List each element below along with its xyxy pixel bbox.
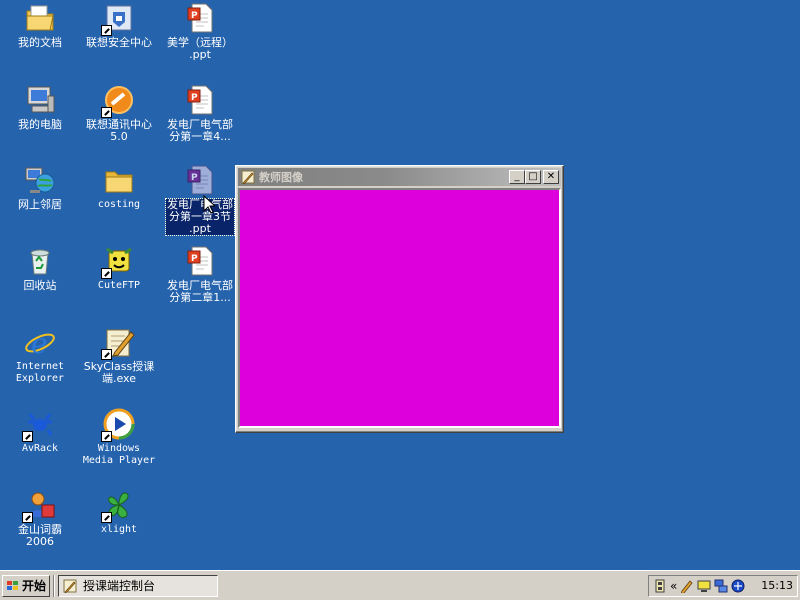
taskbar-separator [53,574,55,597]
desktop-icon-label: xlight [100,524,138,535]
teacher-image-canvas [238,188,561,428]
desktop-icon-ppt-chapter1-3[interactable]: P 发电厂电气部 分第一章3节 .ppt [161,162,239,236]
skyclass-pencil-icon [101,326,135,360]
desktop-icon-label: 金山词霸 2006 [18,523,62,548]
desktop-icon-ppt-aesthetics[interactable]: P 美学（远程） .ppt [161,0,239,61]
window-titlebar[interactable]: 教师图像 _ □ ✕ [238,168,561,186]
desktop-icon-internet-explorer[interactable]: e Internet Explorer [1,324,79,385]
svg-text:P: P [191,173,198,183]
communication-center-icon [101,84,135,118]
teacher-image-window[interactable]: 教师图像 _ □ ✕ [235,165,564,433]
desktop-icon-recycle-bin[interactable]: 回收站 [1,243,79,292]
desktop-icon-network-places[interactable]: 网上邻居 [1,162,79,211]
windows-flag-icon [6,580,18,590]
desktop-icon-label: SkyClass授课 端.exe [83,360,155,385]
window-title: 教师图像 [259,171,303,184]
desktop-icon-label: 美学（远程） .ppt [167,36,233,61]
svg-text:P: P [191,254,198,264]
internet-explorer-icon: e [24,326,56,360]
maximize-button[interactable]: □ [525,170,541,184]
desktop-icon-my-documents[interactable]: 我的文档 [1,0,79,49]
cuteftp-icon [101,245,135,279]
desktop-icon-avrack[interactable]: AvRack [1,406,79,455]
folder-documents-icon [24,2,56,34]
pencil-tray-icon[interactable] [680,579,694,593]
folder-icon [103,164,135,196]
desktop-icon-lenovo-security-center[interactable]: 联想安全中心 [80,0,158,49]
system-tray: « 15:13 [648,574,798,597]
desktop-icon-cuteftp[interactable]: CuteFTP [80,243,158,292]
desktop-icon-label: Windows Media Player [82,443,156,466]
shortcut-arrow-icon [22,431,33,442]
powerpoint-file-icon: P [184,2,216,34]
desktop-icon-label: 发电厂电气部 分第一章4... [167,118,233,143]
recycle-bin-icon [24,245,56,277]
desktop-icon-lenovo-communication-center[interactable]: 联想通讯中心 5.0 [80,82,158,143]
shortcut-arrow-icon [101,268,112,279]
taskbar-item-label: 授课端控制台 [83,579,156,593]
network-tray-icon[interactable] [714,579,728,593]
desktop-icon-label: 发电厂电气部 分第二章1... [167,279,233,304]
start-label: 开始 [21,579,46,593]
desktop-icon-costing-folder[interactable]: costing [80,162,158,211]
desktop-icon-label: 发电厂电气部 分第一章3节 .ppt [165,198,235,236]
desktop-icon-kingsoft-powerword[interactable]: 金山词霸 2006 [1,487,79,548]
avrack-crab-icon [22,408,56,442]
taskbar-item-skyclass-console[interactable]: 授课端控制台 [58,574,218,597]
minimize-button[interactable]: _ [509,170,525,184]
desktop-icon-label: costing [97,199,141,210]
desktop-icon-ppt-chapter1-4[interactable]: P 发电厂电气部 分第一章4... [161,82,239,143]
tray-expand-chevron[interactable]: « [670,579,677,593]
mouse-cursor-icon [203,195,215,214]
close-button[interactable]: ✕ [543,170,559,184]
clock[interactable]: 15:13 [761,579,793,592]
desktop-icon-windows-media-player[interactable]: Windows Media Player [80,406,158,467]
computer-icon [24,84,56,116]
powerpoint-file-icon: P [184,164,216,196]
svg-text:P: P [191,93,198,103]
powerpoint-file-icon: P [184,245,216,277]
desktop-icon-label: 我的文档 [18,36,62,49]
desktop-icon-label: 我的电脑 [18,118,62,131]
security-center-icon [101,2,135,36]
desktop-icon-label: AvRack [21,443,59,454]
desktop-icon-label: 网上邻居 [18,198,62,211]
desktop-icon-label: 联想安全中心 [86,36,152,49]
kingsoft-powerword-icon [22,489,56,523]
svg-text:P: P [191,11,198,21]
shortcut-arrow-icon [22,512,33,523]
monitor-tray-icon[interactable] [697,579,711,593]
pencil-icon [241,170,255,184]
desktop-icon-my-computer[interactable]: 我的电脑 [1,82,79,131]
media-player-icon [101,408,135,442]
powerpoint-file-icon: P [184,84,216,116]
taskbar: 开始 授课端控制台 « 15:13 [0,570,800,600]
desktop-icon-xlight[interactable]: xlight [80,487,158,536]
xlight-leaf-icon [101,489,135,523]
volume-globe-tray-icon[interactable] [731,579,745,593]
desktop-icon-skyclass[interactable]: SkyClass授课 端.exe [80,324,158,385]
desktop-icon-label: CuteFTP [97,280,141,291]
shortcut-arrow-icon [101,512,112,523]
svg-text:e: e [31,327,48,358]
shortcut-arrow-icon [101,107,112,118]
shortcut-arrow-icon [101,431,112,442]
start-button[interactable]: 开始 [2,574,50,597]
desktop-icon-ppt-chapter2-1[interactable]: P 发电厂电气部 分第二章1... [161,243,239,304]
desktop-icon-label: 联想通讯中心 5.0 [86,118,152,143]
shortcut-arrow-icon [101,25,112,36]
shortcut-arrow-icon [101,349,112,360]
desktop-icon-label: Internet Explorer [15,361,65,384]
keyboard-tray-icon[interactable] [653,579,667,593]
desktop-icon-label: 回收站 [23,279,57,292]
pencil-icon [63,579,77,593]
network-globe-icon [24,164,56,196]
